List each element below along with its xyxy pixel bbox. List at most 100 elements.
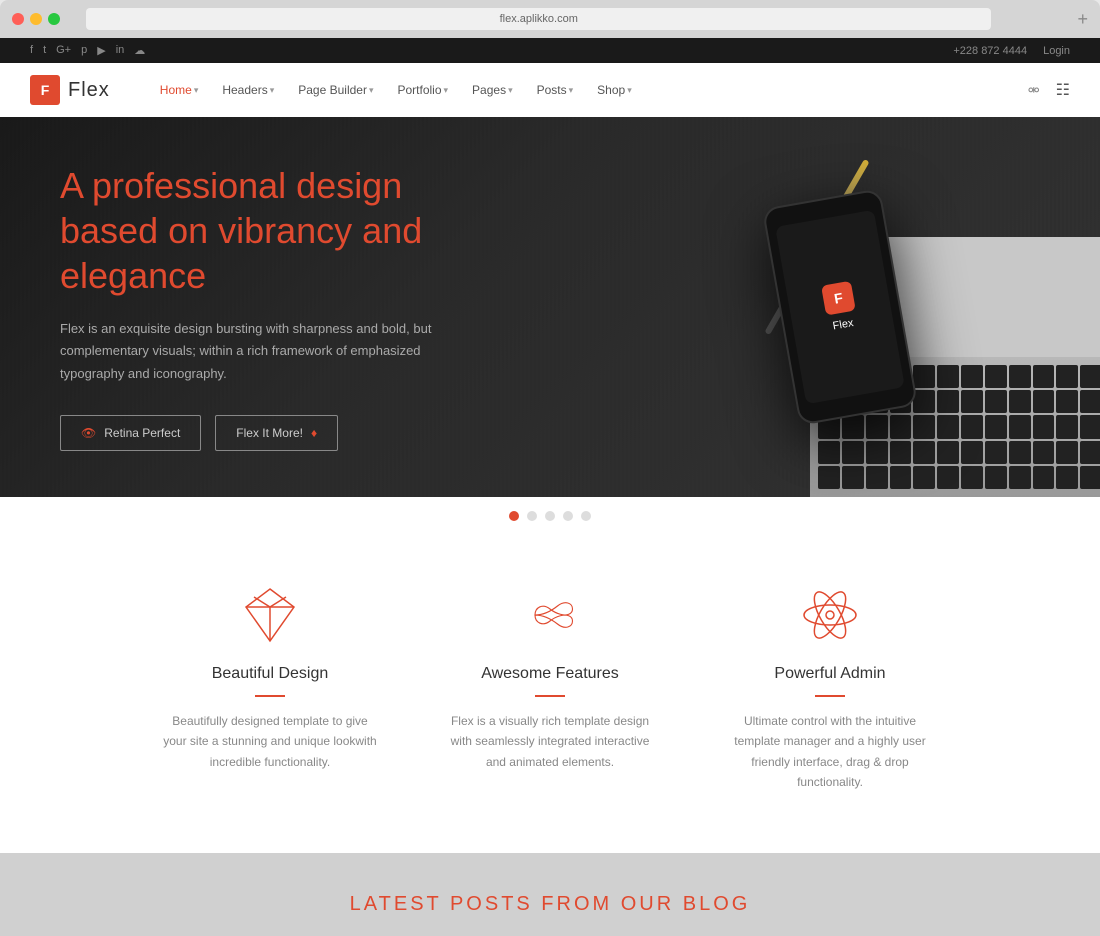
key (961, 390, 983, 413)
hero-content: A professional design based on vibrancy … (0, 163, 520, 450)
slider-dot-2[interactable] (527, 511, 537, 521)
phone-logo-text: Flex (832, 317, 855, 332)
nav-item-portfolio[interactable]: Portfolio ▾ (387, 77, 458, 103)
key (937, 390, 959, 413)
top-bar: f t G+ p ▶ in ☁ +228 872 4444 Login (0, 38, 1100, 63)
key (961, 365, 983, 388)
nav-pages-label: Pages (472, 83, 506, 97)
social-pinterest-icon[interactable]: p (81, 44, 87, 57)
phone-logo-letter: F (833, 290, 844, 307)
social-skype-icon[interactable]: ☁ (134, 44, 145, 57)
key (842, 415, 864, 438)
nav-home-chevron: ▾ (194, 85, 199, 96)
nav-item-posts[interactable]: Posts ▾ (527, 77, 584, 103)
browser-address-bar[interactable]: flex.aplikko.com (86, 8, 991, 30)
feature-2-title: Awesome Features (440, 665, 660, 683)
key (866, 466, 888, 489)
social-facebook-icon[interactable]: f (30, 44, 33, 57)
top-bar-social: f t G+ p ▶ in ☁ (30, 44, 145, 57)
top-bar-login-link[interactable]: Login (1043, 45, 1070, 57)
retina-perfect-button[interactable]: 👁 Retina Perfect (60, 415, 201, 451)
social-google-icon[interactable]: G+ (56, 44, 71, 57)
feature-awesome-features: Awesome Features Flex is a visually rich… (410, 585, 690, 793)
slider-dots (0, 497, 1100, 535)
browser-close-dot[interactable] (12, 13, 24, 25)
key (1033, 415, 1055, 438)
nav-links: Home ▾ Headers ▾ Page Builder ▾ Portfoli… (150, 77, 1028, 103)
hero-title: A professional design based on vibrancy … (60, 163, 460, 298)
key (1056, 466, 1078, 489)
key (1080, 466, 1100, 489)
key (985, 441, 1007, 464)
key (913, 466, 935, 489)
search-icon[interactable]: ⚮ (1028, 82, 1040, 99)
feature-powerful-admin: Powerful Admin Ultimate control with the… (690, 585, 970, 793)
features-section: Beautiful Design Beautifully designed te… (0, 535, 1100, 853)
infinity-icon (520, 585, 580, 645)
key (818, 466, 840, 489)
nav-item-pagebuilder[interactable]: Page Builder ▾ (288, 77, 383, 103)
nav-shop-label: Shop (597, 83, 625, 97)
key (913, 390, 935, 413)
blog-highlight: POSTS (450, 893, 533, 915)
key (985, 415, 1007, 438)
nav-item-home[interactable]: Home ▾ (150, 77, 209, 103)
navbar: F Flex Home ▾ Headers ▾ Page Builder ▾ P… (0, 63, 1100, 117)
nav-item-headers[interactable]: Headers ▾ (212, 77, 284, 103)
key (985, 365, 1007, 388)
key (1056, 415, 1078, 438)
cart-icon[interactable]: ☷ (1056, 80, 1070, 100)
key (1009, 390, 1031, 413)
key (1033, 441, 1055, 464)
key (842, 466, 864, 489)
social-twitter-icon[interactable]: t (43, 44, 46, 57)
key (1009, 365, 1031, 388)
key (961, 441, 983, 464)
key (937, 365, 959, 388)
browser-new-tab[interactable]: + (1077, 10, 1088, 28)
key (818, 441, 840, 464)
nav-item-shop[interactable]: Shop ▾ (587, 77, 642, 103)
flex-more-button[interactable]: Flex It More! ♦ (215, 415, 338, 451)
key (890, 441, 912, 464)
browser-minimize-dot[interactable] (30, 13, 42, 25)
blog-title: LATEST POSTS FROM OUR BLOG (30, 893, 1070, 916)
nav-portfolio-label: Portfolio (397, 83, 441, 97)
blog-suffix: FROM OUR BLOG (533, 893, 751, 915)
key (937, 415, 959, 438)
social-youtube-icon[interactable]: ▶ (97, 44, 105, 57)
eye-icon: 👁 (81, 426, 96, 440)
nav-pages-chevron: ▾ (508, 85, 513, 96)
browser-titlebar: flex.aplikko.com + (0, 8, 1100, 38)
browser-url: flex.aplikko.com (500, 13, 578, 25)
phone-logo-icon: F (821, 281, 856, 316)
browser-maximize-dot[interactable] (48, 13, 60, 25)
feature-3-divider (815, 695, 845, 697)
key (1009, 415, 1031, 438)
site-logo[interactable]: F Flex (30, 75, 110, 105)
key (866, 415, 888, 438)
key (1080, 365, 1100, 388)
key (842, 441, 864, 464)
key (1033, 365, 1055, 388)
nav-item-pages[interactable]: Pages ▾ (462, 77, 523, 103)
slider-dot-4[interactable] (563, 511, 573, 521)
key (1009, 441, 1031, 464)
slider-dot-5[interactable] (581, 511, 591, 521)
hero-description: Flex is an exquisite design bursting wit… (60, 318, 460, 384)
diamond-btn-icon: ♦ (311, 426, 317, 440)
social-linkedin-icon[interactable]: in (116, 44, 125, 57)
nav-headers-chevron: ▾ (270, 85, 275, 96)
browser-window: flex.aplikko.com + (0, 0, 1100, 38)
hero-section: F Flex A professional design based on vi… (0, 117, 1100, 497)
slider-dot-3[interactable] (545, 511, 555, 521)
top-bar-right: +228 872 4444 Login (953, 45, 1070, 57)
feature-3-desc: Ultimate control with the intuitive temp… (720, 711, 940, 793)
feature-3-title: Powerful Admin (720, 665, 940, 683)
slider-dot-1[interactable] (509, 511, 519, 521)
hero-buttons: 👁 Retina Perfect Flex It More! ♦ (60, 415, 460, 451)
key (890, 466, 912, 489)
key (1056, 390, 1078, 413)
key (890, 415, 912, 438)
nav-headers-label: Headers (222, 83, 267, 97)
